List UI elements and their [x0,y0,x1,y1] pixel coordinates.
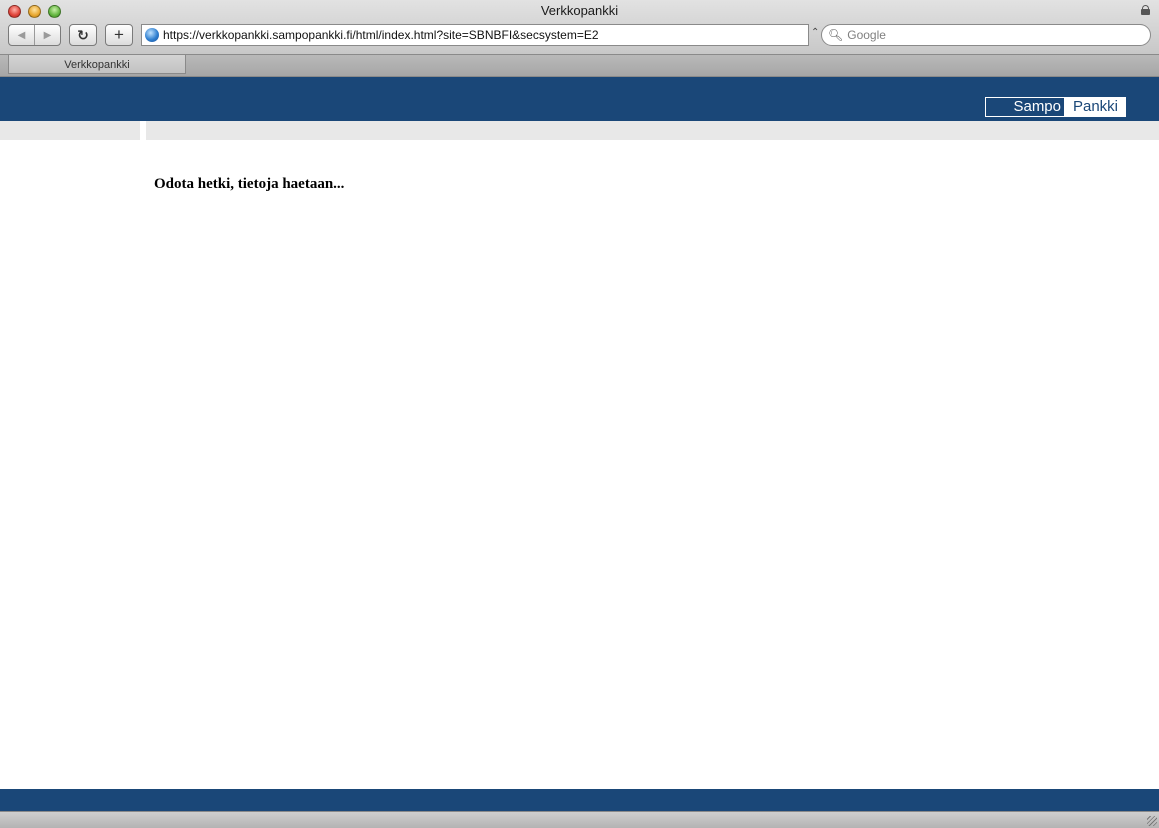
add-bookmark-button[interactable]: + [105,24,133,46]
status-bar [0,811,1159,828]
reload-button[interactable]: ↻ [69,24,97,46]
subheader-bar-left [0,121,140,140]
url-text: https://verkkopankki.sampopankki.fi/html… [163,28,599,42]
forward-arrow-icon[interactable]: ▶ [35,30,60,41]
bank-footer [0,789,1159,811]
browser-chrome: Verkkopankki ◀ ▶ ↻ + https://verkkopankk… [0,0,1159,77]
window-title: Verkkopankki [540,3,619,18]
subheader-bar-right [146,121,1159,140]
logo-pankki: Pankki [1065,97,1126,117]
site-globe-icon [145,28,159,42]
logo-sampo: Sampo [985,97,1065,117]
bank-header: Sampo Pankki [0,77,1159,121]
search-field[interactable]: 🔍︎ Google [821,24,1151,46]
back-forward-buttons: ◀ ▶ [8,24,61,46]
back-arrow-icon[interactable]: ◀ [9,30,34,41]
tab-bar: Verkkopankki [0,54,1159,76]
search-placeholder: Google [847,28,886,42]
address-bar[interactable]: https://verkkopankki.sampopankki.fi/html… [141,24,809,46]
loading-message: Odota hetki, tietoja haetaan... [154,176,345,192]
secure-lock-icon [1141,5,1150,15]
tab-verkkopankki[interactable]: Verkkopankki [8,55,186,74]
search-icon: 🔍︎ [828,28,844,42]
resize-grip-icon[interactable] [1147,816,1157,826]
url-dropdown-icon[interactable]: ⌃ [811,27,819,38]
sampo-pankki-logo: Sampo Pankki [985,97,1126,117]
